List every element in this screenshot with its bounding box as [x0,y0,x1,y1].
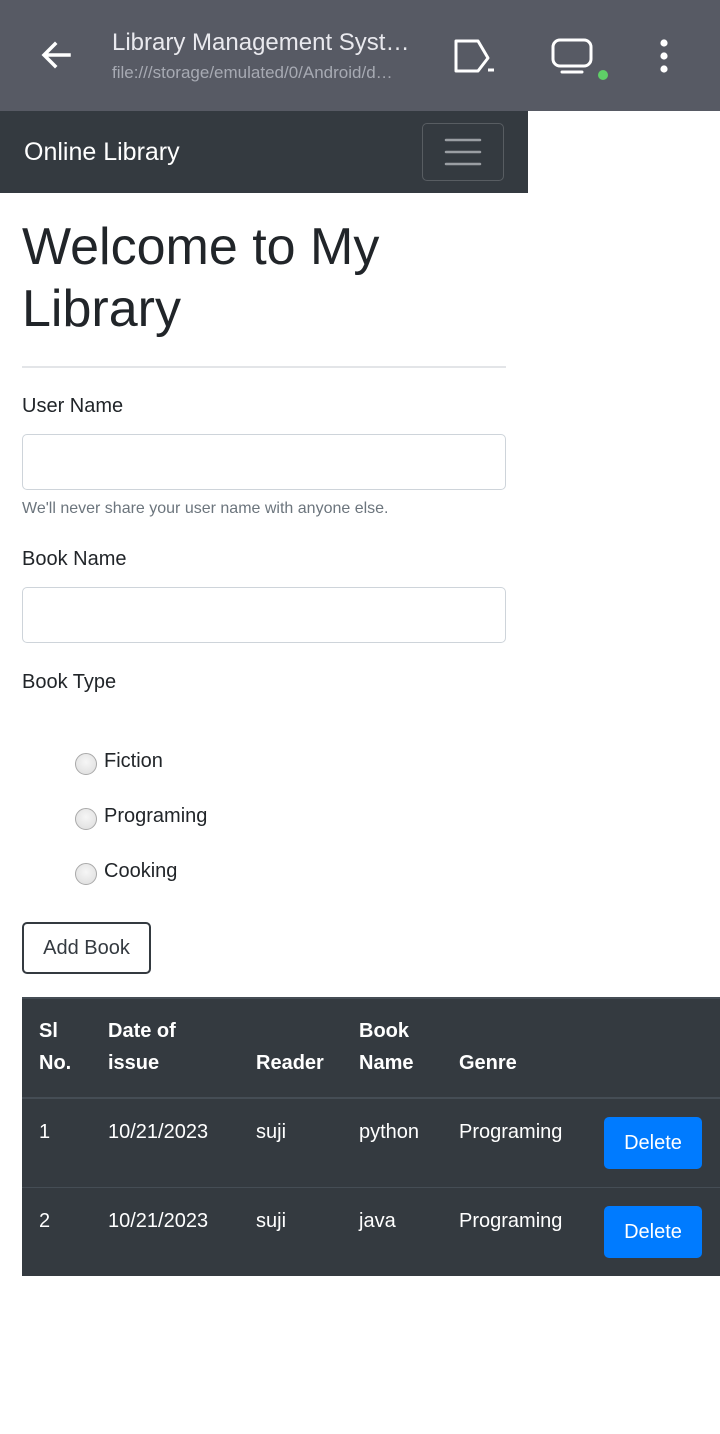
hamburger-icon [444,138,482,166]
page-title: Library Management Syst… [112,29,410,56]
cast-icon [454,39,494,73]
page-url: file:///storage/emulated/0/Android/d… [112,63,393,82]
header-sl-no: Sl No. [39,1015,71,1079]
header-date-line1: Date of [108,1020,176,1042]
radio-option-programing[interactable]: Programing [75,801,207,831]
page-heading-line2: Library [22,280,181,338]
table-row: 2 10/21/2023 suji java Programing Delete [22,1187,720,1275]
username-input[interactable] [22,434,506,490]
more-options-button[interactable] [644,30,684,82]
bookname-input[interactable] [22,587,506,643]
radio-option-fiction[interactable]: Fiction [75,746,163,776]
navbar-brand[interactable]: Online Library [24,137,180,167]
radio-option-cooking[interactable]: Cooking [75,856,177,886]
username-help-text: We'll never share your user name with an… [22,500,389,517]
navbar: Online Library [0,111,528,193]
radio-button[interactable] [75,863,97,885]
cell-sl-no: 1 [39,1121,51,1143]
header-sl-line1: Sl [39,1020,58,1042]
cast-button[interactable] [446,32,502,80]
browser-toolbar: Library Management Syst… file:///storage… [0,0,720,111]
page-info[interactable]: Library Management Syst… file:///storage… [112,28,422,84]
cell-reader: suji [256,1210,287,1232]
page-heading-line1: Welcome to My [22,218,380,276]
radio-label: Cooking [104,860,178,882]
header-reader: Reader [256,1052,324,1074]
cell-date: 10/21/2023 [108,1210,209,1232]
delete-button[interactable]: Delete [604,1117,702,1169]
cell-sl-no: 2 [39,1210,51,1232]
bookname-label: Book Name [22,548,127,570]
cell-reader: suji [256,1121,287,1143]
username-label: User Name [22,395,124,417]
radio-label: Fiction [104,750,163,772]
more-vert-icon [660,39,668,73]
header-sl-line2: No. [39,1052,72,1074]
back-button[interactable] [28,30,84,80]
header-date-of-issue: Date of issue [108,1015,176,1079]
header-date-line2: issue [108,1052,160,1074]
radio-button[interactable] [75,753,97,775]
cell-date: 10/21/2023 [108,1121,209,1143]
cell-book: python [359,1121,420,1143]
books-table: Sl No. Date of issue Reader Book Name Ge… [22,997,720,1276]
back-arrow-icon [41,41,71,69]
divider [22,366,506,368]
radio-button[interactable] [75,808,97,830]
cell-book: java [359,1210,396,1232]
delete-button[interactable]: Delete [604,1206,702,1258]
header-genre: Genre [459,1052,517,1074]
header-book-name: Book Name [359,1015,413,1079]
table-header: Sl No. Date of issue Reader Book Name Ge… [22,997,720,1099]
cell-genre: Programing [459,1121,563,1143]
screen-icon [551,38,593,74]
navbar-toggler-button[interactable] [422,123,504,181]
booktype-label: Book Type [22,671,117,693]
page-heading: Welcome to My Library [22,216,502,340]
status-dot [598,70,608,80]
table-row: 1 10/21/2023 suji python Programing Dele… [22,1099,720,1187]
header-book-line2: Name [359,1052,414,1074]
header-book-line1: Book [359,1020,409,1042]
cell-genre: Programing [459,1210,563,1232]
screen-button[interactable] [540,30,604,82]
add-book-button[interactable]: Add Book [22,922,151,974]
radio-label: Programing [104,805,208,827]
